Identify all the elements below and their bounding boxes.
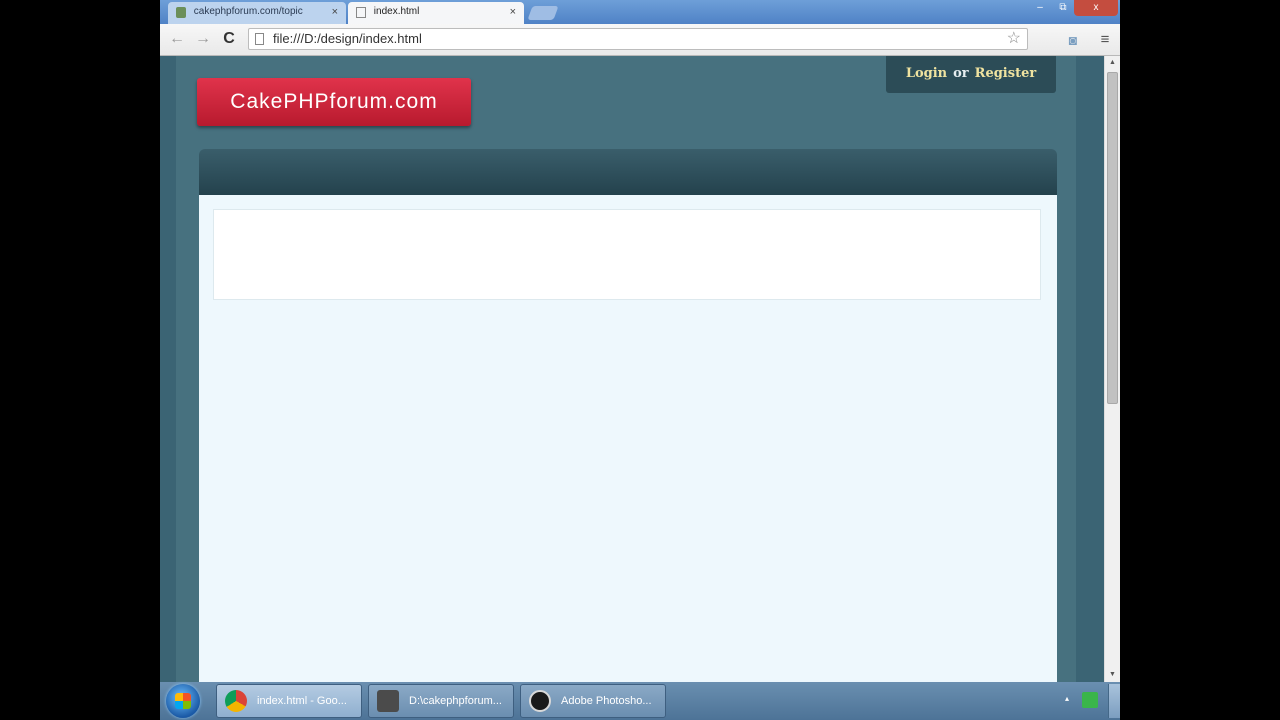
tray-expand-icon[interactable]: ▴ — [1062, 694, 1072, 704]
tab-close-icon[interactable]: × — [510, 2, 516, 22]
address-url[interactable]: file:///D:/design/index.html — [273, 29, 422, 49]
page-viewport: CakePHPforum.com Login or Register — [160, 56, 1104, 682]
close-window-button[interactable]: x — [1074, 0, 1118, 16]
windows-taskbar: index.html - Goo... D:\cakephpforum... A… — [160, 682, 1120, 720]
login-register-box: Login or Register — [886, 56, 1056, 93]
start-button[interactable] — [166, 684, 200, 718]
tab-cakephpforum[interactable]: cakephpforum.com/topic × — [168, 2, 346, 24]
tray-app-icon[interactable] — [1082, 692, 1098, 708]
taskbar-item-label: index.html - Goo... — [257, 695, 347, 707]
maximize-button[interactable]: ⧉ — [1052, 0, 1074, 16]
taskbar-item-label: Adobe Photosho... — [561, 695, 652, 707]
address-bar[interactable]: file:///D:/design/index.html ☆ — [248, 28, 1028, 50]
logo-text: CakePHPforum.com — [230, 90, 438, 113]
sublime-text-icon — [377, 690, 399, 712]
taskbar-item-photoshop[interactable]: Adobe Photosho... — [520, 684, 666, 718]
tab-title: index.html — [373, 6, 420, 17]
screen: cakephpforum.com/topic × index.html × – … — [160, 0, 1120, 720]
page-icon — [255, 33, 264, 45]
or-text: or — [953, 66, 969, 81]
taskbar-item-sublime[interactable]: D:\cakephpforum... — [368, 684, 514, 718]
windows-logo-icon — [175, 693, 191, 709]
scroll-up-arrow-icon[interactable]: ▲ — [1105, 56, 1120, 70]
chrome-icon — [225, 690, 247, 712]
camera-icon[interactable]: ◙ — [1064, 31, 1082, 49]
scroll-thumb[interactable] — [1107, 72, 1118, 404]
bookmark-star-icon[interactable]: ☆ — [1007, 29, 1021, 49]
forward-arrow-icon[interactable]: → — [192, 28, 214, 50]
menu-icon[interactable]: ≡ — [1096, 31, 1114, 49]
page-icon — [356, 6, 366, 18]
site-favicon-icon — [176, 6, 186, 18]
content-box — [213, 209, 1041, 300]
content-body — [199, 195, 1057, 682]
scroll-down-arrow-icon[interactable]: ▼ — [1105, 668, 1120, 682]
back-arrow-icon[interactable]: ← — [166, 28, 188, 50]
show-desktop-button[interactable] — [1108, 684, 1120, 718]
browser-title-bar: cakephpforum.com/topic × index.html × – … — [160, 0, 1120, 24]
taskbar-item-label: D:\cakephpforum... — [409, 695, 502, 707]
vertical-scrollbar[interactable]: ▲ ▼ — [1104, 56, 1120, 682]
content-header-bar — [199, 149, 1057, 197]
site-logo[interactable]: CakePHPforum.com — [197, 78, 471, 126]
browser-toolbar: ← → C file:///D:/design/index.html ☆ ◙ ≡ — [160, 24, 1120, 56]
tab-close-icon[interactable]: × — [332, 2, 338, 22]
photoshop-icon — [529, 690, 551, 712]
login-link[interactable]: Login — [906, 66, 947, 81]
tab-index-html[interactable]: index.html × — [348, 2, 524, 24]
taskbar-item-chrome[interactable]: index.html - Goo... — [216, 684, 362, 718]
new-tab-button[interactable] — [527, 6, 559, 20]
reload-icon[interactable]: C — [218, 28, 240, 50]
tab-title: cakephpforum.com/topic — [193, 6, 303, 17]
minimize-button[interactable]: – — [1028, 0, 1052, 16]
register-link[interactable]: Register — [975, 66, 1037, 81]
